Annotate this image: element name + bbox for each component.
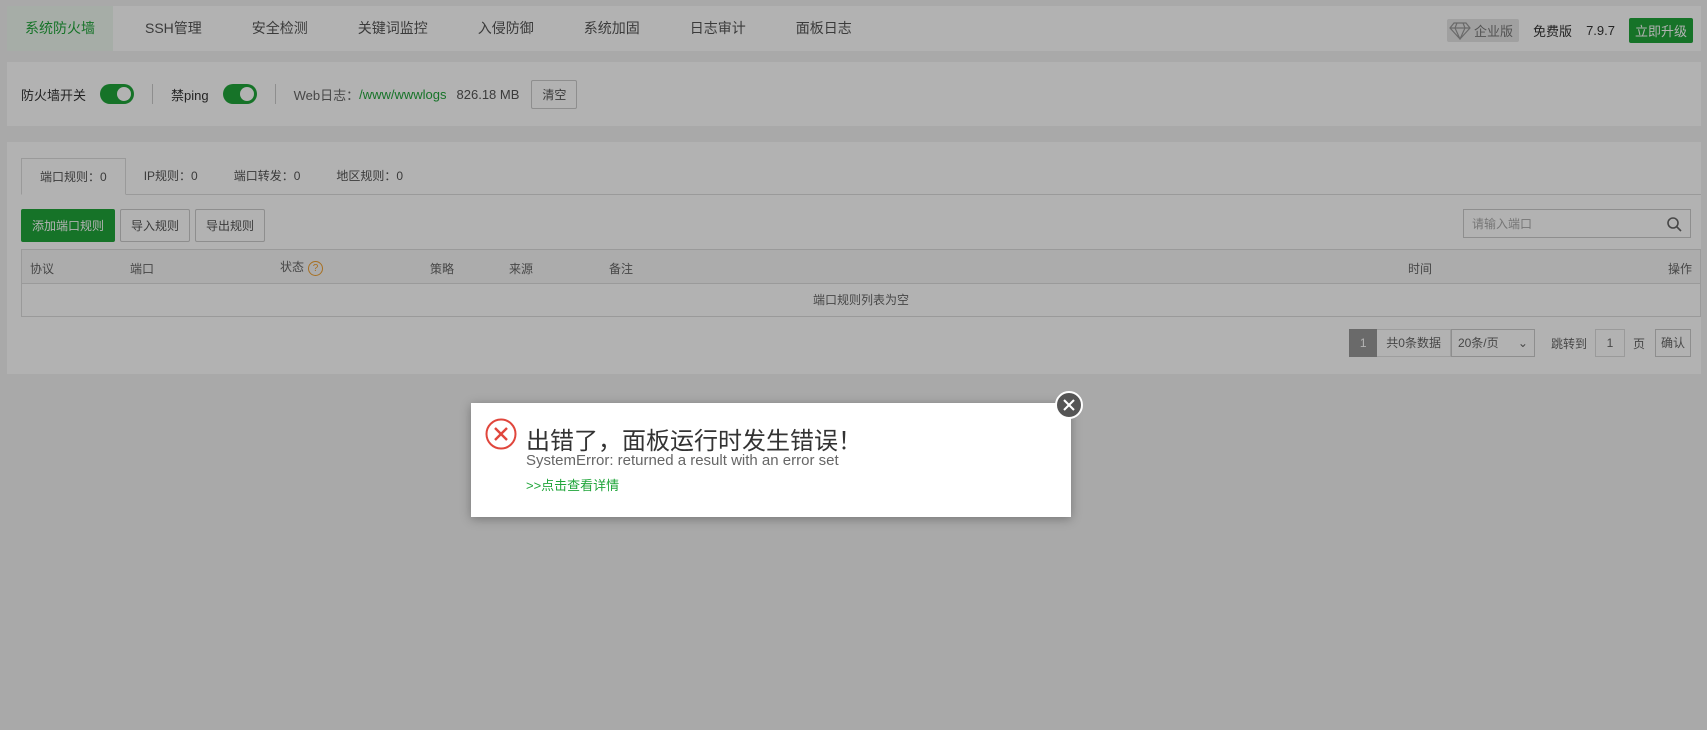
- dialog-title: 出错了，面板运行时发生错误！: [526, 428, 862, 455]
- error-icon: [485, 418, 517, 450]
- close-x-glyph: [1063, 399, 1075, 411]
- close-icon[interactable]: [1055, 391, 1083, 419]
- dialog-message: SystemError: returned a result with an e…: [526, 452, 839, 469]
- view-details-link[interactable]: >>点击查看详情: [526, 475, 619, 494]
- modal-overlay[interactable]: [0, 0, 1707, 730]
- error-dialog: 出错了，面板运行时发生错误！ SystemError: returned a r…: [471, 403, 1071, 517]
